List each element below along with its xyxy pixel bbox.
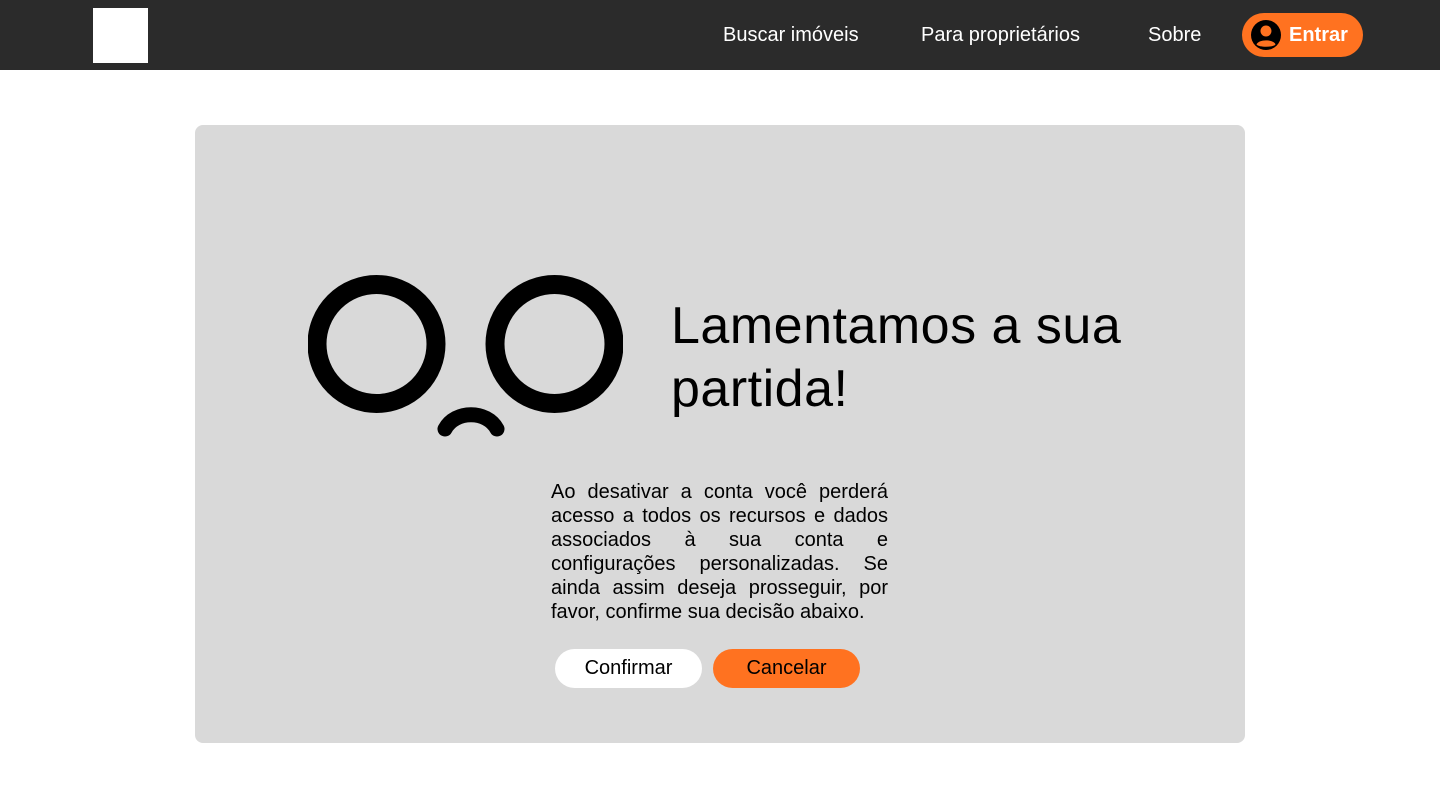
sad-face-icon [308,275,623,437]
top-navigation-bar: Buscar imóveis Para proprietários Sobre … [0,0,1440,70]
cancel-button[interactable]: Cancelar [713,649,860,688]
deactivation-message: Ao desativar a conta você perderá acesso… [551,481,888,623]
nav-link-for-owners[interactable]: Para proprietários [921,0,1080,70]
confirm-button[interactable]: Confirmar [555,649,702,688]
nav-link-about[interactable]: Sobre [1148,0,1201,70]
deactivate-account-card: Lamentamos a sua partida! Ao desativar a… [195,125,1245,743]
login-button-label: Entrar [1289,24,1348,46]
nav-link-search-properties[interactable]: Buscar imóveis [723,0,859,70]
page-title: Lamentamos a sua partida! [671,297,1122,418]
logo[interactable] [93,8,148,63]
user-icon [1251,20,1281,50]
login-button[interactable]: Entrar [1242,13,1363,57]
